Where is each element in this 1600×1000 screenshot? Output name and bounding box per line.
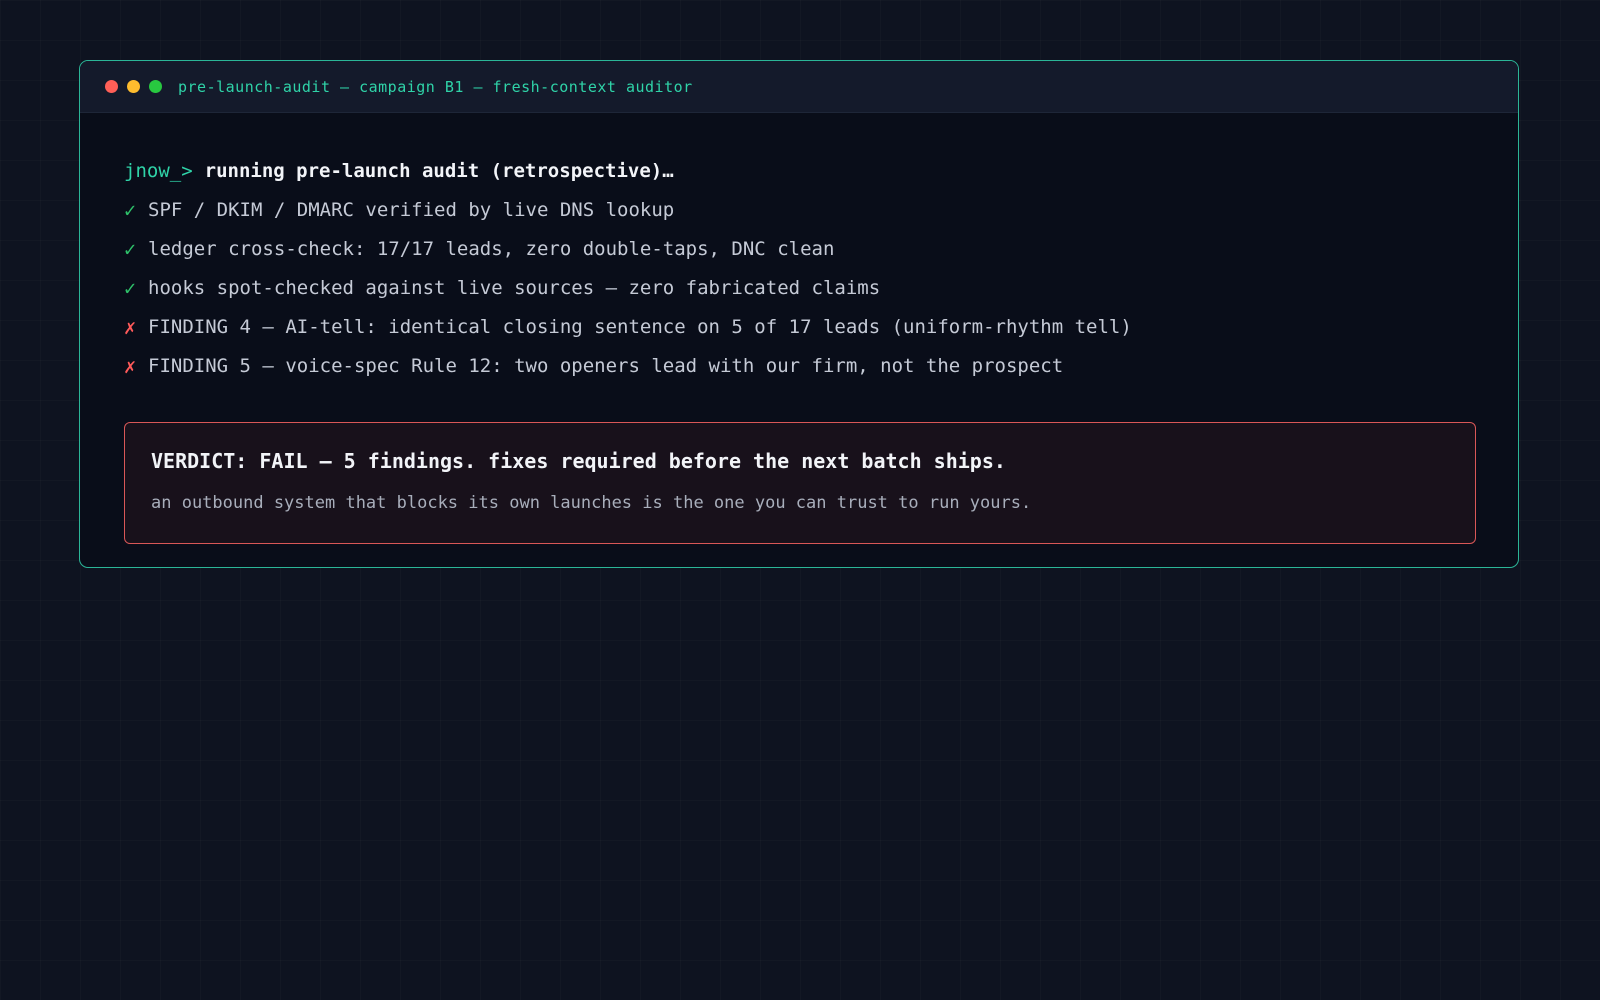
terminal-output: jnow_> running pre-launch audit (retrosp… xyxy=(80,113,1518,544)
shell-prompt: jnow_> xyxy=(124,159,193,182)
check-text: hooks spot-checked against live sources … xyxy=(148,276,881,299)
checkmark-icon: ✓ xyxy=(124,275,137,300)
check-text: ledger cross-check: 17/17 leads, zero do… xyxy=(148,237,835,260)
check-text: SPF / DKIM / DMARC verified by live DNS … xyxy=(148,198,675,221)
minimize-window-button[interactable] xyxy=(127,80,140,93)
verdict-tagline: an outbound system that blocks its own l… xyxy=(151,493,1032,513)
check-line-pass: ✓ ledger cross-check: 17/17 leads, zero … xyxy=(124,229,1474,268)
checkmark-icon: ✓ xyxy=(124,197,137,222)
verdict-detail: fixes required before the next batch shi… xyxy=(488,449,1006,473)
check-line-fail: ✗ FINDING 4 — AI-tell: identical closing… xyxy=(124,307,1474,346)
finding-text: FINDING 4 — AI-tell: identical closing s… xyxy=(148,315,1132,338)
check-line-fail: ✗ FINDING 5 — voice-spec Rule 12: two op… xyxy=(124,346,1474,385)
finding-text: FINDING 5 — voice-spec Rule 12: two open… xyxy=(148,354,1064,377)
cross-icon: ✗ xyxy=(124,353,137,378)
check-line-pass: ✓ SPF / DKIM / DMARC verified by live DN… xyxy=(124,190,1474,229)
verdict-box: VERDICT: FAIL — 5 findings. fixes requir… xyxy=(124,422,1476,544)
terminal-window: pre-launch-audit — campaign B1 — fresh-c… xyxy=(79,60,1519,568)
maximize-window-button[interactable] xyxy=(149,80,162,93)
cross-icon: ✗ xyxy=(124,314,137,339)
window-title: pre-launch-audit — campaign B1 — fresh-c… xyxy=(178,77,693,96)
close-window-button[interactable] xyxy=(105,80,118,93)
command-text: running pre-launch audit (retrospective)… xyxy=(204,159,674,182)
verdict-headline: VERDICT: FAIL — 5 findings. fixes requir… xyxy=(151,449,1449,473)
terminal-titlebar: pre-launch-audit — campaign B1 — fresh-c… xyxy=(80,61,1518,113)
check-line-pass: ✓ hooks spot-checked against live source… xyxy=(124,268,1474,307)
checkmark-icon: ✓ xyxy=(124,236,137,261)
command-line: jnow_> running pre-launch audit (retrosp… xyxy=(124,151,1474,190)
verdict-status: VERDICT: FAIL — 5 findings. xyxy=(151,449,477,473)
